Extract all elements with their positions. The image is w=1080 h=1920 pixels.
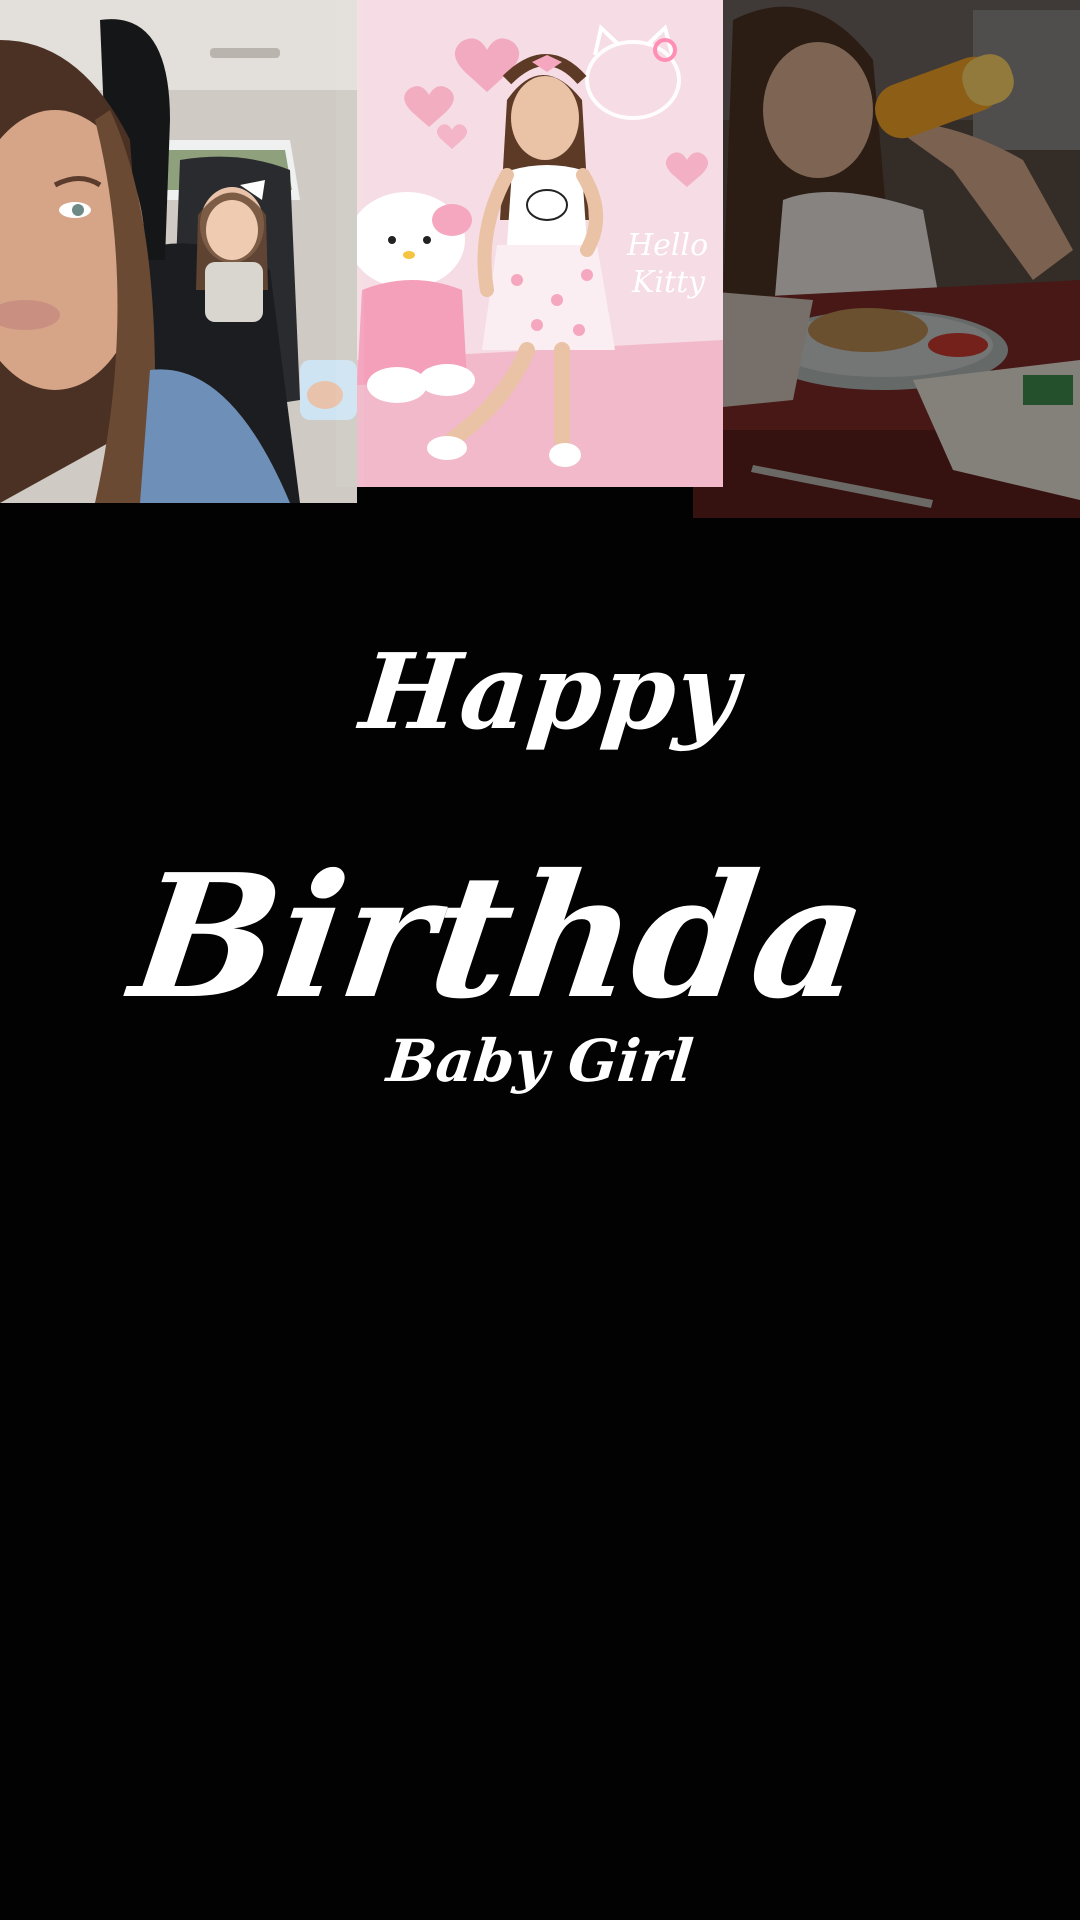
photo-car-selfie [0,0,357,503]
title-happy: Happy [355,630,745,753]
svg-text:Kitty: Kitty [631,265,706,300]
title-baby-girl: Baby Girl [383,1027,697,1095]
photo-dim-overlay [693,0,1080,518]
photo-edge-sheen [336,0,364,487]
story-canvas: Hello Kitty Happy Birthda Baby Girl [0,0,1080,1920]
title-birthday: Birthda [121,837,879,1037]
photo-hello-kitty: Hello Kitty [357,0,723,487]
neon-sign-text: Hello [626,228,708,263]
photo-restaurant [693,0,1080,518]
